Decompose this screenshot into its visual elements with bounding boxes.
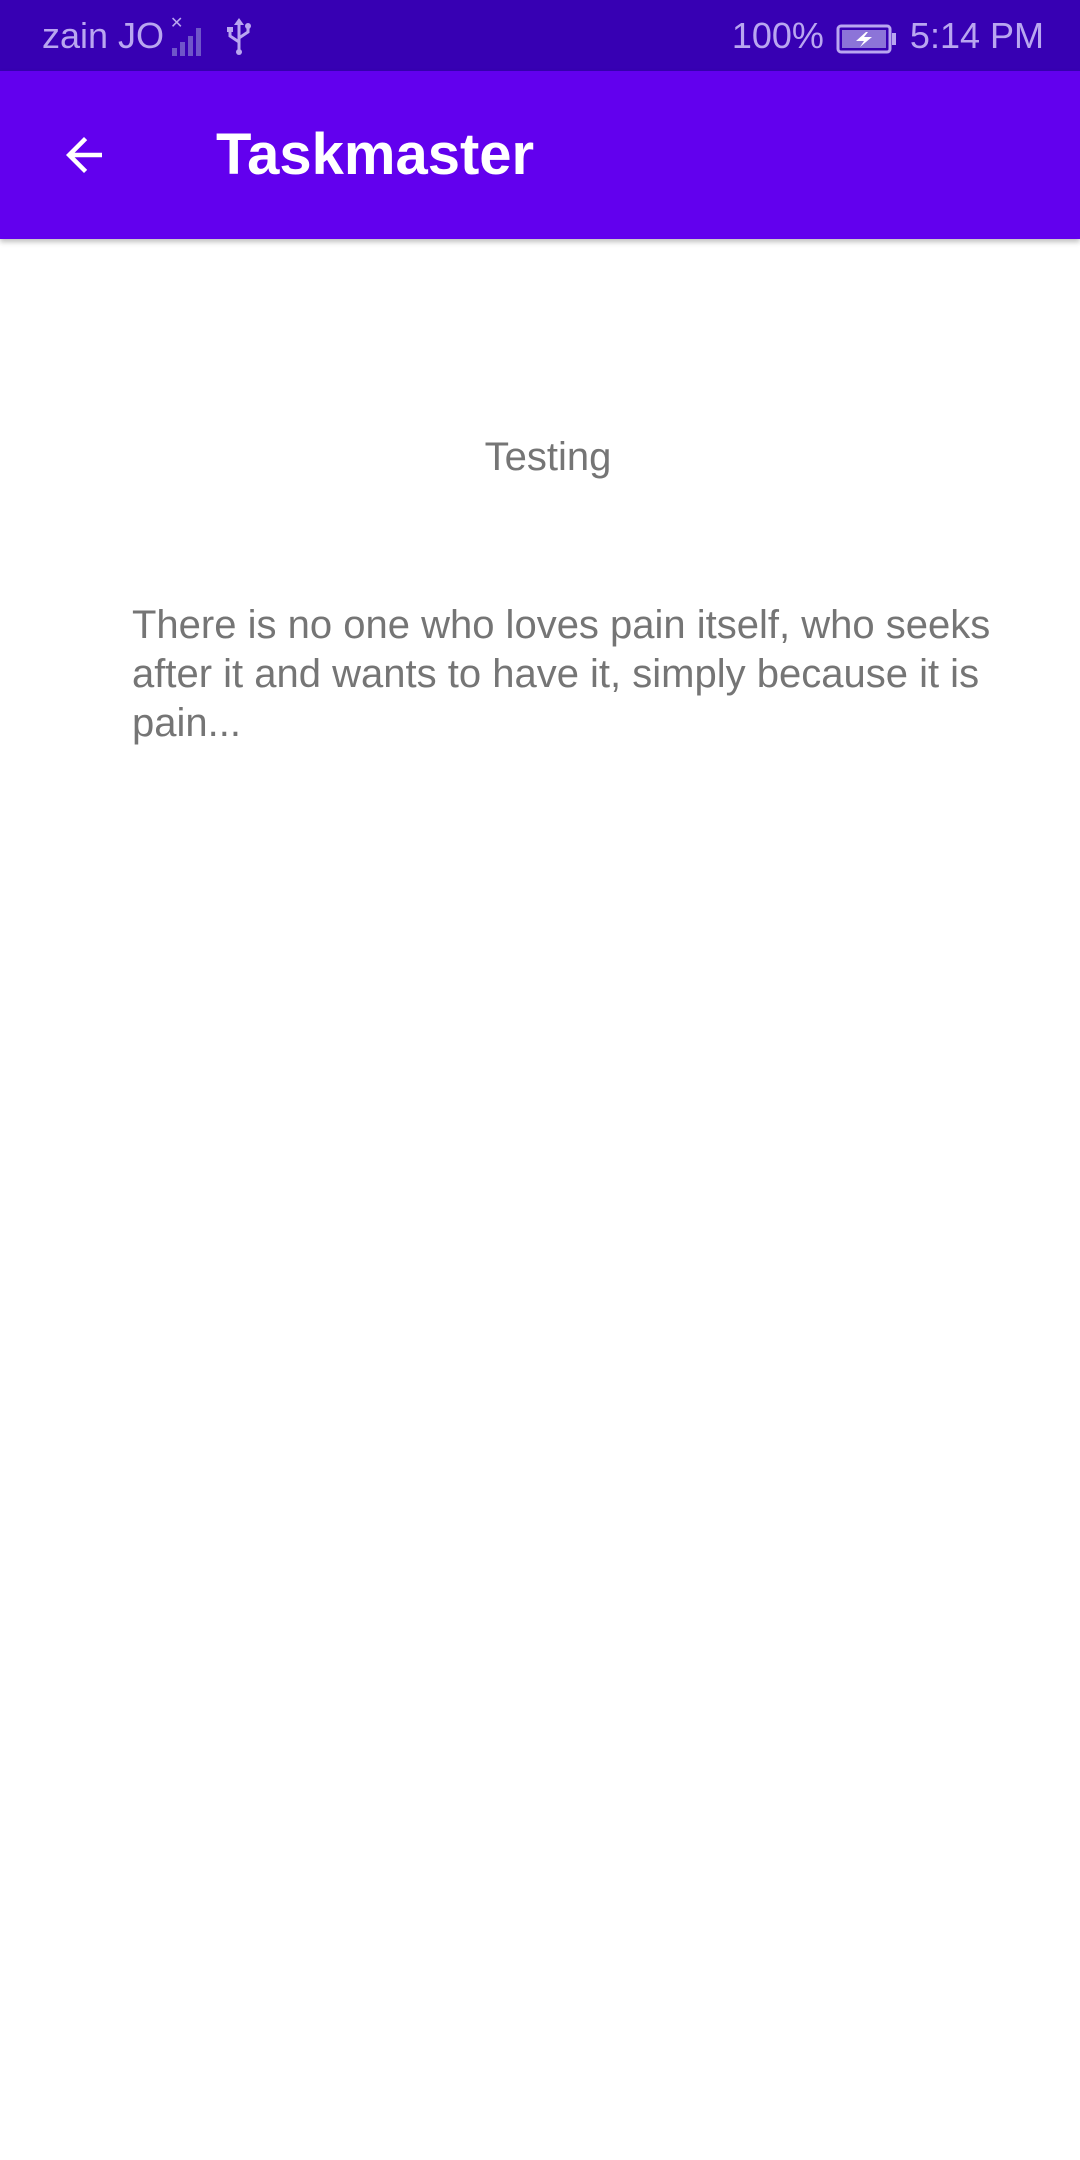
arrow-back-icon: [66, 137, 102, 173]
usb-icon: [224, 16, 254, 56]
task-title: Testing: [484, 435, 612, 479]
back-button[interactable]: [36, 107, 132, 203]
battery-charging-icon: [836, 21, 898, 53]
app-title: Taskmaster: [216, 122, 535, 187]
status-left: zain JO ✕: [42, 0, 254, 71]
clock: 5:14 PM: [909, 14, 1044, 56]
carrier-label: zain JO: [42, 14, 165, 56]
status-bar: zain JO ✕ 100% 5:14 PM: [0, 0, 1080, 71]
signal-icon: ✕: [170, 13, 208, 58]
status-right: 100% 5:14 PM: [732, 0, 1044, 71]
battery-percent: 100%: [731, 14, 824, 56]
svg-text:✕: ✕: [170, 14, 183, 32]
app-bar: Taskmaster: [0, 71, 1080, 239]
task-body: There is no one who loves pain itself, w…: [132, 603, 991, 745]
